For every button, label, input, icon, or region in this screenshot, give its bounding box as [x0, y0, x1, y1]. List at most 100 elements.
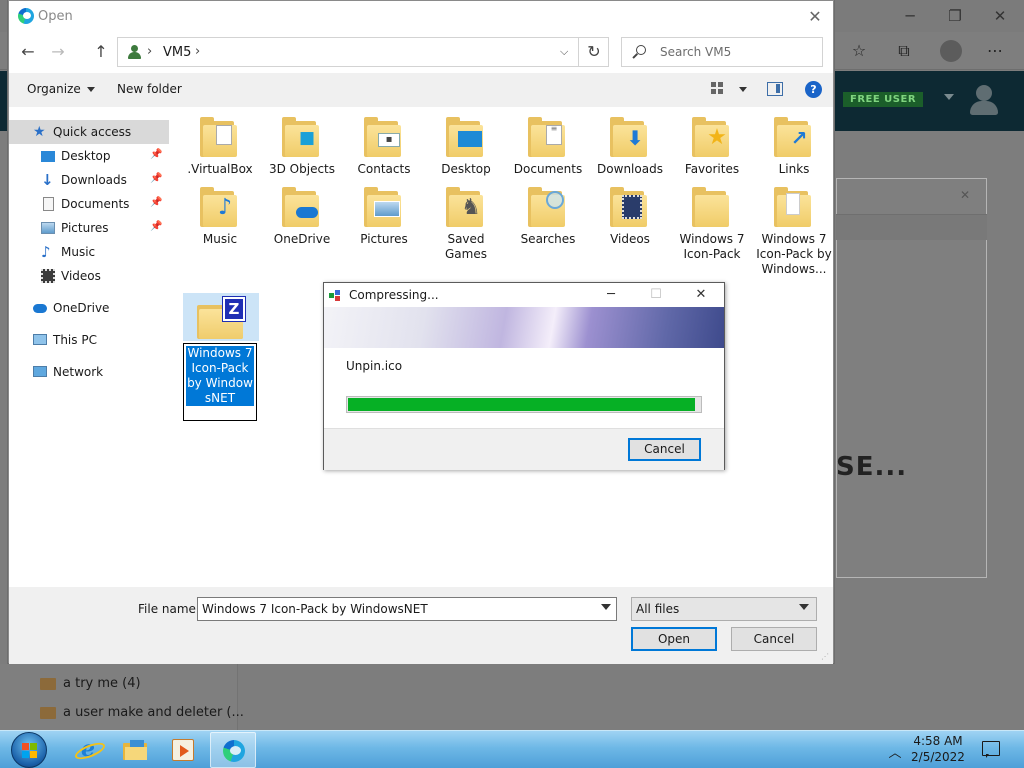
link-arrow-folder-icon: ↗	[774, 115, 814, 159]
organize-label: Organize	[27, 82, 81, 96]
file-name: Videos	[610, 232, 650, 246]
file-name-label: File name:	[138, 602, 200, 616]
cancel-button[interactable]: Cancel	[731, 627, 817, 651]
file-item-favorites[interactable]: ★ Favorites	[671, 107, 753, 177]
back-arrow-icon[interactable]: ←	[17, 41, 39, 63]
sidebar-item-this-pc[interactable]: This PC	[9, 328, 169, 352]
collections-icon[interactable]: ⧉	[893, 40, 915, 62]
document-icon	[43, 197, 54, 211]
desktop-icon	[41, 151, 55, 162]
taskbar-app-internet-explorer[interactable]: e	[65, 732, 111, 768]
account-dropdown-icon[interactable]	[944, 94, 954, 100]
preview-pane-icon[interactable]	[767, 82, 783, 96]
sidebar-item-label: Network	[53, 365, 104, 379]
address-path-segment[interactable]: VM5	[163, 45, 191, 60]
file-item-saved-games[interactable]: ♞ Saved Games	[425, 177, 507, 262]
search-input[interactable]: Search VM5	[621, 37, 823, 67]
sidebar-item-label: OneDrive	[53, 301, 110, 315]
up-arrow-icon[interactable]: ↑	[90, 41, 112, 63]
sidebar-item-label: Pictures	[61, 221, 109, 235]
notification-icon[interactable]	[982, 741, 1000, 758]
music-note-icon: ♪	[41, 243, 51, 261]
file-item-contacts[interactable]: ▪ Contacts	[343, 107, 425, 177]
rename-text-box[interactable]: Windows 7 Icon-Pack by WindowsNET	[183, 343, 257, 421]
organize-button[interactable]: Organize	[27, 82, 95, 96]
help-icon[interactable]: ?	[805, 81, 822, 98]
taskbar-app-media-player[interactable]	[160, 732, 206, 768]
user-avatar-icon[interactable]	[968, 85, 1000, 121]
view-grid-icon[interactable]	[711, 82, 725, 96]
chevron-right-icon[interactable]: ›	[195, 44, 200, 59]
file-item-downloads[interactable]: ⬇ Downloads	[589, 107, 671, 177]
address-bar[interactable]: › VM5 › ⌵ ↻	[117, 37, 609, 67]
file-name-field[interactable]: Windows 7 Icon-Pack by WindowsNET	[197, 597, 617, 621]
chevron-down-icon[interactable]: ⌵	[560, 45, 568, 59]
chevron-down-icon[interactable]	[601, 604, 611, 610]
sidebar-item-label: Videos	[61, 269, 101, 283]
sidebar-folder-item[interactable]: a user make and deleter (...	[63, 705, 244, 720]
taskbar-app-edge[interactable]	[210, 732, 256, 768]
file-item-virtualbox[interactable]: .VirtualBox	[179, 107, 261, 177]
file-item-searches[interactable]: Searches	[507, 177, 589, 247]
file-item-videos[interactable]: Videos	[589, 177, 671, 247]
file-item-music[interactable]: ♪ Music	[179, 177, 261, 247]
cube-folder-icon: ■	[282, 115, 322, 159]
decorative-banner	[324, 307, 724, 348]
file-item-links[interactable]: ↗ Links	[753, 107, 835, 177]
pin-icon[interactable]: 📌	[150, 221, 162, 232]
chevron-down-icon[interactable]	[739, 87, 747, 92]
file-item-windows-7-icon-pack[interactable]: Windows 7 Icon-Pack	[671, 177, 753, 262]
browser-maximize-button[interactable]: ❐	[945, 6, 965, 26]
sidebar-item-desktop[interactable]: Desktop 📌	[9, 144, 169, 168]
pin-icon[interactable]: 📌	[150, 173, 162, 184]
pin-icon[interactable]: 📌	[150, 197, 162, 208]
sidebar-item-onedrive[interactable]: OneDrive	[9, 296, 169, 320]
taskbar-app-file-explorer[interactable]	[112, 732, 158, 768]
file-name: Favorites	[684, 162, 740, 176]
clock-time[interactable]: 4:58 AM	[910, 734, 966, 748]
compress-cancel-button[interactable]: Cancel	[628, 438, 701, 461]
file-item-pictures[interactable]: Pictures	[343, 177, 425, 247]
clock-date[interactable]: 2/5/2022	[910, 750, 966, 764]
file-item-desktop[interactable]: Desktop	[425, 107, 507, 177]
dialog-close-button[interactable]: ✕	[803, 5, 827, 29]
start-button[interactable]	[11, 732, 47, 768]
maximize-button[interactable]: ☐	[641, 285, 671, 305]
free-user-badge[interactable]: FREE USER	[843, 92, 924, 107]
sidebar-item-quick-access[interactable]: ★ Quick access	[9, 120, 169, 144]
file-item-windows-7-icon-pack-by[interactable]: Windows 7 Icon-Pack by Windows...	[753, 177, 835, 277]
open-button[interactable]: Open	[631, 627, 717, 651]
sidebar-folder-item[interactable]: a try me (4)	[63, 676, 141, 691]
file-item-onedrive[interactable]: OneDrive	[261, 177, 343, 247]
profile-avatar[interactable]	[940, 40, 962, 62]
show-hidden-icons-chevron-up-icon[interactable]: ︿	[888, 742, 902, 761]
resize-grip-icon[interactable]: ⋰	[821, 652, 831, 662]
sidebar-item-videos[interactable]: Videos	[9, 264, 169, 288]
forward-arrow-icon[interactable]: →	[47, 41, 69, 63]
refresh-button[interactable]: ↻	[578, 38, 609, 66]
pin-icon[interactable]: 📌	[150, 149, 162, 160]
compress-close-button[interactable]: ✕	[686, 285, 716, 305]
sidebar-item-documents[interactable]: Documents 📌	[9, 192, 169, 216]
minimize-button[interactable]: ─	[596, 285, 626, 305]
browser-close-button[interactable]: ✕	[990, 6, 1010, 26]
file-item-documents[interactable]: ≡ Documents	[507, 107, 589, 177]
chevron-right-icon[interactable]: ›	[147, 44, 152, 59]
internet-explorer-icon: e	[77, 738, 99, 760]
sidebar-item-music[interactable]: ♪ Music	[9, 240, 169, 264]
edge-browser-icon	[223, 740, 245, 762]
chevron-down-icon[interactable]	[799, 604, 809, 610]
browser-minimize-button[interactable]: ─	[900, 6, 920, 26]
more-menu-icon[interactable]: ⋯	[984, 40, 1006, 62]
new-folder-button[interactable]: New folder	[117, 82, 182, 96]
file-item-3d-objects[interactable]: ■ 3D Objects	[261, 107, 343, 177]
favorites-icon[interactable]: ☆	[848, 40, 870, 62]
sidebar-item-pictures[interactable]: Pictures 📌	[9, 216, 169, 240]
selected-file-item[interactable]: Z Windows 7 Icon-Pack by WindowsNET	[183, 293, 267, 421]
sidebar-item-downloads[interactable]: ↓ Downloads 📌	[9, 168, 169, 192]
picture-folder-icon	[364, 185, 404, 229]
sidebar-item-network[interactable]: Network	[9, 360, 169, 384]
selected-file-name: Windows 7 Icon-Pack by WindowsNET	[186, 346, 254, 406]
modal-close-icon[interactable]: ✕	[955, 185, 975, 205]
file-type-select[interactable]: All files	[631, 597, 817, 621]
